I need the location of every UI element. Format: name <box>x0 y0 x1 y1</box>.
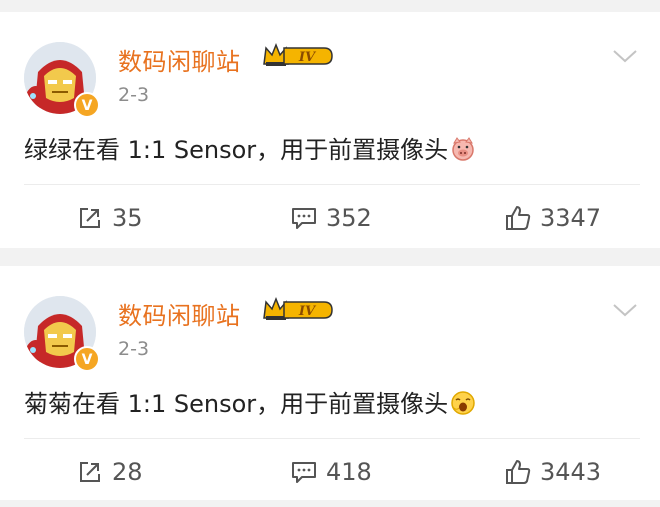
like-count: 3443 <box>540 458 602 486</box>
post-content: 绿绿在看 1:1 Sensor，用于前置摄像头 <box>24 130 476 165</box>
post-content: 菊菊在看 1:1 Sensor，用于前置摄像头 <box>24 384 476 419</box>
chevron-down-icon[interactable] <box>612 48 638 64</box>
like-button[interactable]: 3443 <box>504 454 601 490</box>
thumbs-up-icon <box>506 460 531 484</box>
divider <box>24 184 640 185</box>
like-button[interactable]: 3347 <box>504 200 601 236</box>
avatar[interactable]: V <box>24 296 100 372</box>
crown-level-badge-icon[interactable]: IV <box>262 296 334 324</box>
post-time: 2-3 <box>118 338 150 360</box>
post-card: V 数码闲聊站 IV 2-3 绿绿在看 1:1 Sensor，用于前置摄像头 3… <box>0 12 660 248</box>
username[interactable]: 数码闲聊站 <box>118 42 241 77</box>
action-bar: 35 352 3347 <box>0 200 660 236</box>
pig-face-icon <box>452 137 474 161</box>
post-text: 绿绿在看 1:1 Sensor，用于前置摄像头 <box>24 136 449 164</box>
comment-count: 352 <box>326 204 372 232</box>
level-text: IV <box>298 50 317 65</box>
share-button[interactable]: 28 <box>76 454 143 490</box>
share-icon <box>80 462 100 482</box>
action-bar: 28 418 3443 <box>0 454 660 490</box>
svg-text:V: V <box>82 98 93 114</box>
share-count: 28 <box>112 458 143 486</box>
verified-badge-icon: V <box>74 346 100 372</box>
chevron-down-icon[interactable] <box>612 302 638 318</box>
post-card: V 数码闲聊站 IV 2-3 菊菊在看 1:1 Sensor，用于前置摄像头 2… <box>0 266 660 500</box>
comment-icon <box>292 462 316 483</box>
level-text: IV <box>298 304 317 319</box>
comment-button[interactable]: 418 <box>290 454 372 490</box>
post-text: 菊菊在看 1:1 Sensor，用于前置摄像头 <box>24 390 449 418</box>
share-icon <box>80 208 100 228</box>
share-button[interactable]: 35 <box>76 200 143 236</box>
like-count: 3347 <box>540 204 602 232</box>
post-time: 2-3 <box>118 84 150 106</box>
comment-button[interactable]: 352 <box>290 200 372 236</box>
yawn-face-icon <box>451 391 475 415</box>
crown-level-badge-icon[interactable]: IV <box>262 42 334 70</box>
username[interactable]: 数码闲聊站 <box>118 296 241 331</box>
comment-count: 418 <box>326 458 372 486</box>
comment-icon <box>292 208 316 229</box>
svg-text:V: V <box>82 352 93 368</box>
verified-badge-icon: V <box>74 92 100 118</box>
avatar[interactable]: V <box>24 42 100 118</box>
thumbs-up-icon <box>506 206 531 230</box>
share-count: 35 <box>112 204 143 232</box>
divider <box>24 438 640 439</box>
